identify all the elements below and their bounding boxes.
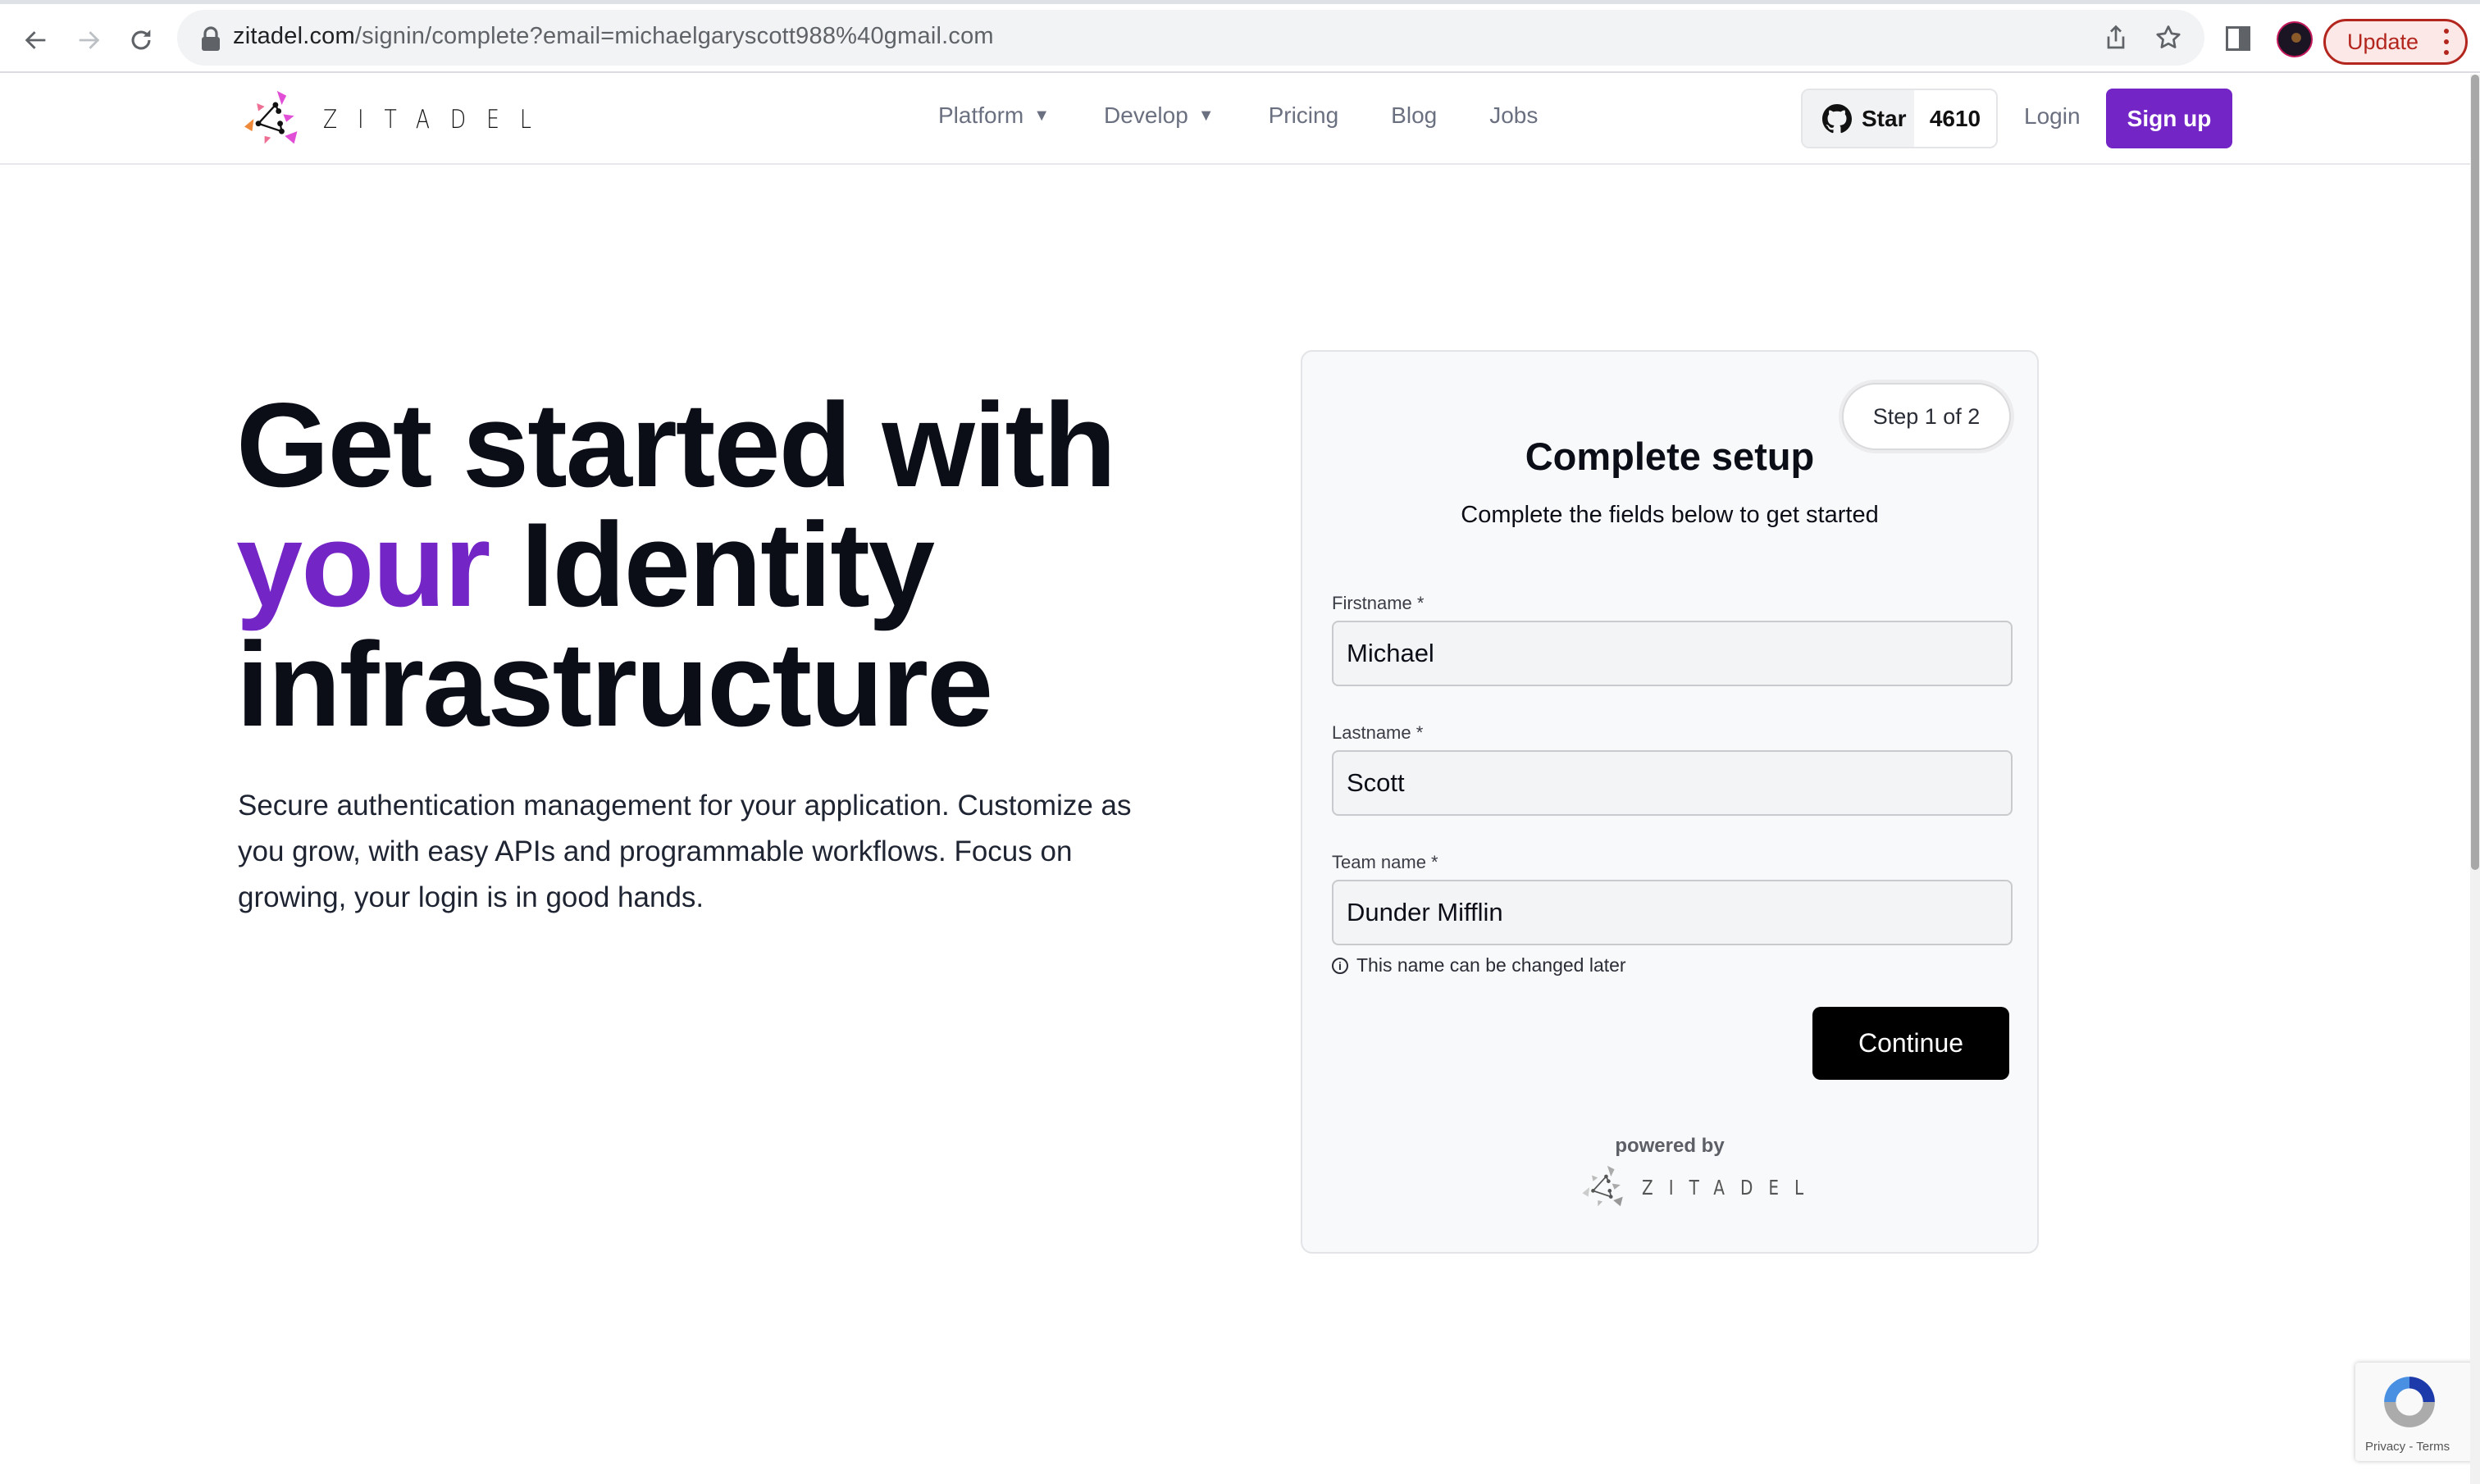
more-menu-icon[interactable] (2444, 29, 2449, 55)
reload-icon (131, 30, 151, 50)
nav-platform-label: Platform (938, 102, 1024, 128)
nav-develop[interactable]: Develop ▼ (1104, 102, 1215, 129)
hero-title-line2: Identity (489, 498, 935, 631)
zitadel-logo-icon (244, 90, 298, 144)
back-button[interactable] (18, 22, 54, 58)
github-icon (1822, 103, 1852, 133)
caret-down-icon: ▼ (1197, 106, 1215, 125)
forward-button[interactable] (71, 22, 107, 58)
hero-description: Secure authentication management for you… (238, 790, 1132, 913)
card-title: Complete setup (1525, 435, 1815, 478)
side-panel-icon[interactable] (2226, 26, 2250, 51)
page-scrollbar[interactable] (2470, 75, 2480, 1484)
zitadel-logo[interactable]: ZITADEL (243, 89, 552, 148)
github-star-label-box: Star (1803, 90, 1914, 147)
zitadel-logo-icon (1582, 1165, 1623, 1207)
nav-jobs-label: Jobs (1489, 102, 1539, 128)
hero-title-line3: infrastructure (236, 617, 993, 751)
update-label: Update (2347, 29, 2419, 54)
hero-title-accent: your (236, 498, 490, 631)
teamname-hint-text: This name can be changed later (1356, 954, 1626, 976)
nav-develop-label: Develop (1104, 102, 1188, 128)
hero-title: Get started with your Identity infrastru… (236, 385, 1220, 744)
arrow-left-icon (25, 31, 46, 49)
recaptcha-links[interactable]: Privacy - Terms (2365, 1440, 2450, 1454)
continue-button[interactable]: Continue (1812, 1007, 2009, 1080)
teamname-label: Team name * (1332, 852, 1438, 872)
caret-down-icon: ▼ (1033, 106, 1051, 125)
lastname-input[interactable] (1332, 750, 2013, 816)
main-nav: Platform ▼ Develop ▼ Pricing Blog Jobs (938, 102, 1538, 129)
card-subtitle: Complete the fields below to get started (1461, 502, 1879, 528)
lock-icon (202, 26, 220, 51)
github-star-label: Star (1862, 105, 1907, 131)
url-text[interactable]: zitadel.com/signin/complete?email=michae… (233, 23, 994, 50)
powered-by-label: powered by (1615, 1135, 1725, 1157)
recaptcha-badge[interactable]: Privacy - Terms (2355, 1363, 2478, 1461)
nav-platform[interactable]: Platform ▼ (938, 102, 1050, 129)
nav-blog-label: Blog (1391, 102, 1438, 128)
teamname-input[interactable] (1332, 880, 2013, 945)
site-header: ZITADEL Platform ▼ Develop ▼ Pricing Blo… (0, 75, 2470, 165)
signup-button[interactable]: Sign up (2106, 89, 2232, 148)
address-bar[interactable]: zitadel.com/signin/complete?email=michae… (177, 10, 2204, 66)
login-link[interactable]: Login (2024, 103, 2081, 130)
hero-title-line1: Get started with (236, 378, 1116, 512)
info-icon: i (1332, 957, 1348, 974)
powered-logo-wordmark: ZITADEL (1642, 1175, 1820, 1199)
logo-wordmark: ZITADEL (323, 103, 552, 134)
update-button[interactable]: Update (2323, 19, 2468, 65)
powered-by-logo[interactable]: ZITADEL (1581, 1163, 1819, 1211)
firstname-input[interactable] (1332, 621, 2013, 686)
profile-avatar[interactable] (2277, 21, 2313, 57)
firstname-label: Firstname * (1332, 593, 1425, 613)
browser-toolbar: zitadel.com/signin/complete?email=michae… (0, 4, 2480, 73)
url-path: /signin/complete?email=michaelgaryscott9… (354, 23, 994, 49)
share-icon[interactable] (2101, 23, 2131, 52)
scrollbar-thumb[interactable] (2471, 75, 2479, 870)
teamname-hint: i This name can be changed later (1332, 954, 1626, 976)
nav-blog[interactable]: Blog (1391, 102, 1437, 129)
url-host: zitadel.com (233, 23, 355, 49)
setup-card: Step 1 of 2 Complete setup Complete the … (1301, 350, 2039, 1254)
lastname-label: Lastname * (1332, 722, 1424, 743)
bookmark-star-icon[interactable] (2154, 23, 2183, 52)
arrow-right-icon (79, 31, 100, 49)
nav-pricing[interactable]: Pricing (1269, 102, 1339, 129)
nav-pricing-label: Pricing (1268, 102, 1339, 128)
recaptcha-icon (2384, 1377, 2435, 1427)
github-star-count: 4610 (1914, 90, 1996, 147)
nav-jobs[interactable]: Jobs (1489, 102, 1538, 129)
github-star-button[interactable]: Star 4610 (1801, 89, 1998, 148)
reload-button[interactable] (123, 22, 159, 58)
